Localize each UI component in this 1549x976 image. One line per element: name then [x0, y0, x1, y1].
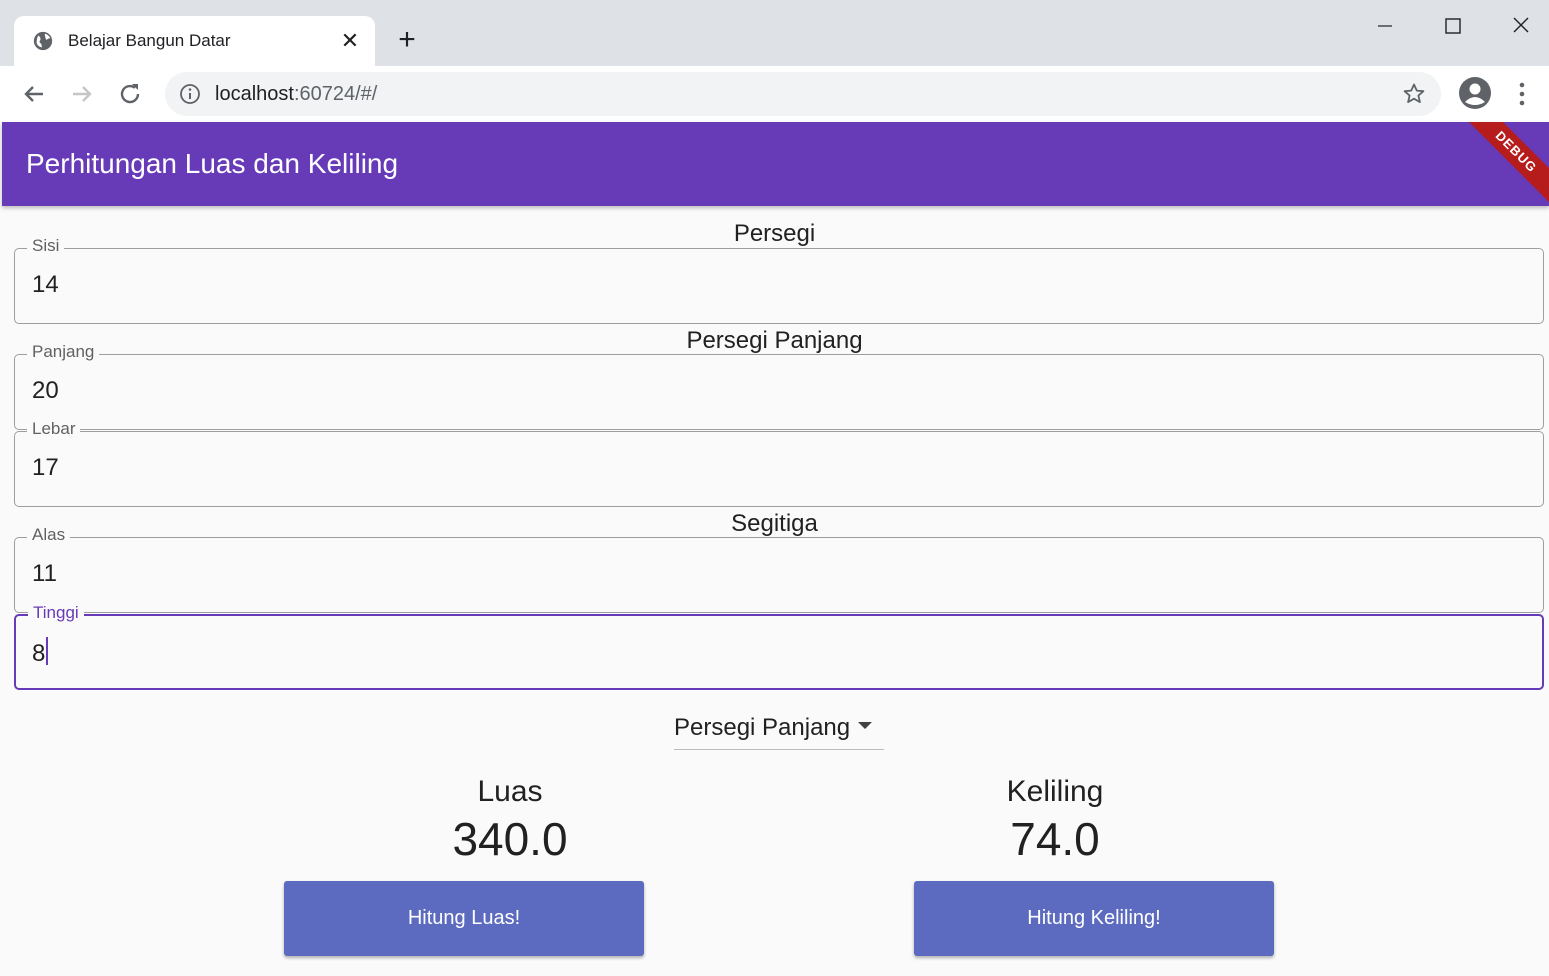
length-field-value: 20: [32, 377, 59, 404]
height-field-value: 8: [32, 637, 49, 668]
bookmark-star-icon[interactable]: [1402, 82, 1426, 106]
maximize-icon[interactable]: [1430, 10, 1476, 42]
shape-dropdown-value: Persegi Panjang: [674, 714, 851, 741]
address-bar[interactable]: localhost:60724/#/: [165, 72, 1441, 116]
width-field-label: Lebar: [27, 419, 81, 439]
browser-toolbar: localhost:60724/#/: [0, 66, 1549, 122]
base-field-value: 11: [32, 560, 57, 587]
height-field-label: Tinggi: [28, 603, 84, 623]
text-cursor: [46, 637, 49, 665]
app-bar: Perhitungan Luas dan Keliling DEBUG: [2, 122, 1549, 206]
forward-arrow-icon[interactable]: [66, 78, 98, 110]
minimize-icon[interactable]: [1362, 10, 1408, 42]
section-heading-square: Persegi: [733, 220, 816, 247]
length-field-label: Panjang: [27, 342, 100, 362]
section-heading-triangle: Segitiga: [731, 510, 818, 537]
url-text: localhost:60724/#/: [215, 83, 377, 106]
section-heading-rectangle: Persegi Panjang: [686, 327, 863, 354]
length-field[interactable]: Panjang 20: [14, 342, 1544, 430]
width-field[interactable]: Lebar 17: [14, 419, 1544, 507]
debug-banner: DEBUG: [1454, 122, 1549, 206]
globe-icon: [33, 31, 53, 51]
area-label: Luas: [477, 775, 543, 808]
calculate-area-button[interactable]: Hitung Luas!: [284, 881, 644, 956]
side-field[interactable]: Sisi 14: [14, 236, 1544, 324]
side-field-value: 14: [32, 271, 59, 298]
tab-title: Belajar Bangun Datar: [68, 31, 231, 50]
url-path: :60724/#/: [293, 83, 378, 105]
shape-dropdown[interactable]: Persegi Panjang: [674, 712, 884, 750]
close-window-icon[interactable]: [1498, 10, 1544, 42]
menu-dots-icon[interactable]: [1512, 80, 1532, 108]
new-tab-icon[interactable]: +: [392, 25, 422, 56]
back-arrow-icon[interactable]: [18, 78, 50, 110]
side-field-label: Sisi: [27, 236, 65, 256]
height-field[interactable]: Tinggi 8: [14, 603, 1544, 690]
reload-icon[interactable]: [114, 78, 146, 110]
base-field[interactable]: Alas 11: [14, 525, 1544, 613]
perimeter-value: 74.0: [1010, 813, 1100, 865]
width-field-value: 17: [32, 454, 59, 481]
area-value: 340.0: [452, 813, 568, 865]
close-tab-icon[interactable]: ✕: [338, 29, 362, 53]
perimeter-label: Keliling: [1006, 775, 1104, 808]
browser-tab[interactable]: Belajar Bangun Datar ✕: [14, 16, 375, 68]
calculate-perimeter-button[interactable]: Hitung Keliling!: [914, 881, 1274, 956]
profile-avatar-icon[interactable]: [1458, 76, 1492, 110]
height-field-text: 8: [32, 640, 46, 667]
app-title: Perhitungan Luas dan Keliling: [26, 148, 399, 179]
url-host: localhost: [215, 83, 294, 105]
info-icon[interactable]: [179, 83, 201, 105]
dropdown-arrow-icon: [858, 722, 872, 729]
browser-tab-strip: Belajar Bangun Datar ✕ +: [0, 0, 1549, 68]
base-field-label: Alas: [27, 525, 71, 545]
